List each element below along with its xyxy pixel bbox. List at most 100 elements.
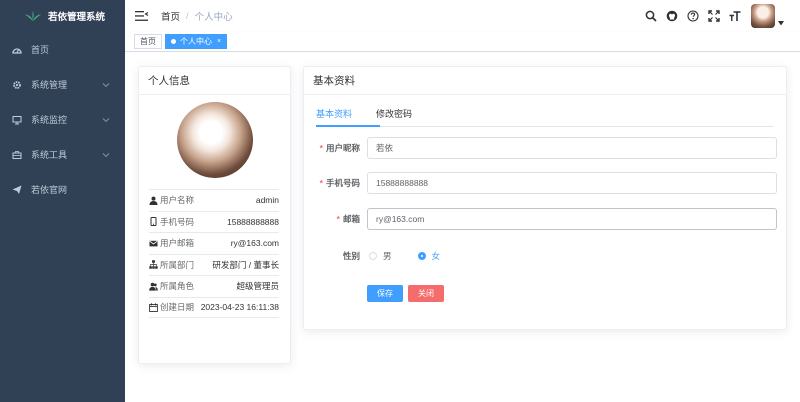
chevron-down-icon: [102, 117, 110, 122]
peoples-icon: [149, 282, 158, 291]
info-value: admin: [255, 195, 279, 206]
sidebar: 若依管理系统 首页 系统管理 系统监控 系统工具 若依官网: [0, 0, 125, 402]
sidebar-item-system[interactable]: 系统管理: [0, 67, 125, 102]
sidebar-item-label: 系统工具: [31, 150, 68, 160]
gender-male-radio[interactable]: 男: [369, 250, 392, 262]
tab-active-indicator: [316, 125, 380, 127]
info-label: 用户名称: [160, 195, 195, 206]
radio-label: 男: [383, 251, 392, 261]
gender-radio-group: 男 女: [369, 250, 466, 262]
info-value: ry@163.com: [230, 238, 279, 249]
sidebar-item-tools[interactable]: 系统工具: [0, 137, 125, 172]
tag-label: 个人中心: [180, 37, 212, 46]
info-row-email: 用户邮箱 ry@163.com: [149, 232, 279, 254]
sidebar-item-label: 系统监控: [31, 115, 68, 125]
dashboard-icon: [12, 45, 22, 55]
logo-icon: [24, 10, 42, 22]
radio-label: 女: [431, 251, 441, 261]
tab-change-password[interactable]: 修改密码: [376, 103, 412, 127]
info-value: 研发部门 / 董事长: [212, 259, 279, 270]
phone-input[interactable]: 15888888888: [367, 172, 777, 194]
tag-home[interactable]: 首页: [134, 34, 162, 49]
required-mark: *: [336, 214, 340, 224]
font-size-icon[interactable]: [728, 10, 741, 23]
nickname-label-text: 用户昵称: [325, 143, 360, 153]
close-button[interactable]: 关闭: [408, 285, 444, 302]
monitor-icon: [12, 115, 22, 125]
chevron-down-icon: [102, 82, 110, 87]
radio-circle: [417, 252, 426, 260]
nickname-label: * 用户昵称: [304, 142, 360, 154]
fullscreen-icon[interactable]: [707, 10, 720, 23]
profile-info-list: 用户名称 admin 手机号码 15888888888 用户邮箱 ry@163.…: [149, 189, 279, 318]
email-label: * 邮箱: [304, 213, 360, 225]
sidebar-item-website[interactable]: 若依官网: [0, 172, 125, 207]
info-row-username: 用户名称 admin: [149, 189, 279, 211]
profile-card: 个人信息 用户名称 admin 手机号码 15888888888 用户邮箱 ry…: [138, 66, 291, 364]
nickname-input[interactable]: 若依: [367, 137, 777, 159]
email-input[interactable]: ry@163.com: [367, 208, 777, 230]
user-icon: [149, 196, 158, 205]
basic-info-header: 基本资料: [304, 67, 786, 95]
active-dot: [171, 39, 176, 44]
sidebar-item-label: 系统管理: [31, 80, 68, 90]
info-label: 创建日期: [160, 302, 195, 313]
sidebar-item-label: 首页: [31, 45, 50, 55]
breadcrumb-home[interactable]: 首页: [161, 9, 180, 23]
info-label: 用户邮箱: [160, 238, 195, 249]
email-label-text: 邮箱: [342, 214, 360, 224]
logo-title: 若依管理系统: [48, 12, 106, 23]
basic-info-card: 基本资料 基本资料 修改密码 * 用户昵称 若依 * 手机号码 1588888888…: [303, 66, 787, 330]
email-icon: [149, 240, 158, 247]
breadcrumb-separator: /: [186, 10, 189, 22]
required-mark: *: [319, 143, 323, 153]
sidebar-item-monitor[interactable]: 系统监控: [0, 102, 125, 137]
tab-basic-info[interactable]: 基本资料: [316, 103, 352, 127]
gear-icon: [12, 80, 22, 90]
info-row-created: 创建日期 2023-04-23 16:11:38: [149, 296, 279, 318]
close-icon[interactable]: ×: [217, 35, 221, 48]
info-value: 15888888888: [226, 216, 279, 227]
info-label: 所属部门: [160, 259, 195, 270]
tag-current[interactable]: 个人中心 ×: [165, 34, 228, 49]
required-mark: *: [319, 178, 323, 188]
radio-circle: [369, 252, 377, 260]
sidebar-item-label: 若依官网: [31, 185, 68, 195]
profile-card-header: 个人信息: [139, 67, 290, 95]
info-label: 所属角色: [160, 281, 195, 292]
info-label: 手机号码: [160, 216, 195, 227]
caret-down-icon[interactable]: [778, 20, 784, 26]
gender-label: 性别: [342, 251, 360, 261]
github-icon[interactable]: [665, 10, 678, 23]
search-icon[interactable]: [644, 10, 657, 23]
phone-label-text: 手机号码: [325, 178, 360, 188]
paper-plane-icon: [12, 185, 22, 195]
navbar: 首页 / 个人中心: [125, 0, 800, 32]
info-row-dept: 所属部门 研发部门 / 董事长: [149, 253, 279, 276]
basic-info-tabs: 基本资料 修改密码: [316, 103, 774, 127]
breadcrumb-current: 个人中心: [194, 12, 233, 23]
phone-icon: [150, 217, 157, 227]
form-row-gender: 性别 男 女: [304, 244, 788, 268]
tree-icon: [149, 260, 158, 269]
phone-label: * 手机号码: [304, 177, 360, 189]
save-button[interactable]: 保存: [367, 285, 403, 302]
sidebar-item-home[interactable]: 首页: [0, 32, 125, 67]
info-row-phone: 手机号码 15888888888: [149, 210, 279, 233]
tags-view: 首页 个人中心 ×: [125, 32, 800, 52]
hamburger-icon[interactable]: [135, 10, 149, 22]
logo[interactable]: 若依管理系统: [0, 0, 125, 32]
profile-avatar[interactable]: [177, 102, 253, 178]
info-value: 2023-04-23 16:11:38: [200, 302, 279, 313]
info-value: 超级管理员: [236, 281, 279, 292]
toolbox-icon: [12, 150, 22, 160]
question-icon[interactable]: [686, 10, 699, 23]
gender-female-radio[interactable]: 女: [417, 250, 441, 262]
navbar-actions: [636, 0, 784, 32]
form-row-phone: * 手机号码 15888888888: [304, 171, 788, 195]
date-icon: [149, 303, 158, 312]
info-row-role: 所属角色 超级管理员: [149, 275, 279, 297]
user-avatar[interactable]: [751, 4, 775, 28]
chevron-down-icon: [102, 152, 110, 157]
form-row-email: * 邮箱 ry@163.com: [304, 207, 788, 231]
